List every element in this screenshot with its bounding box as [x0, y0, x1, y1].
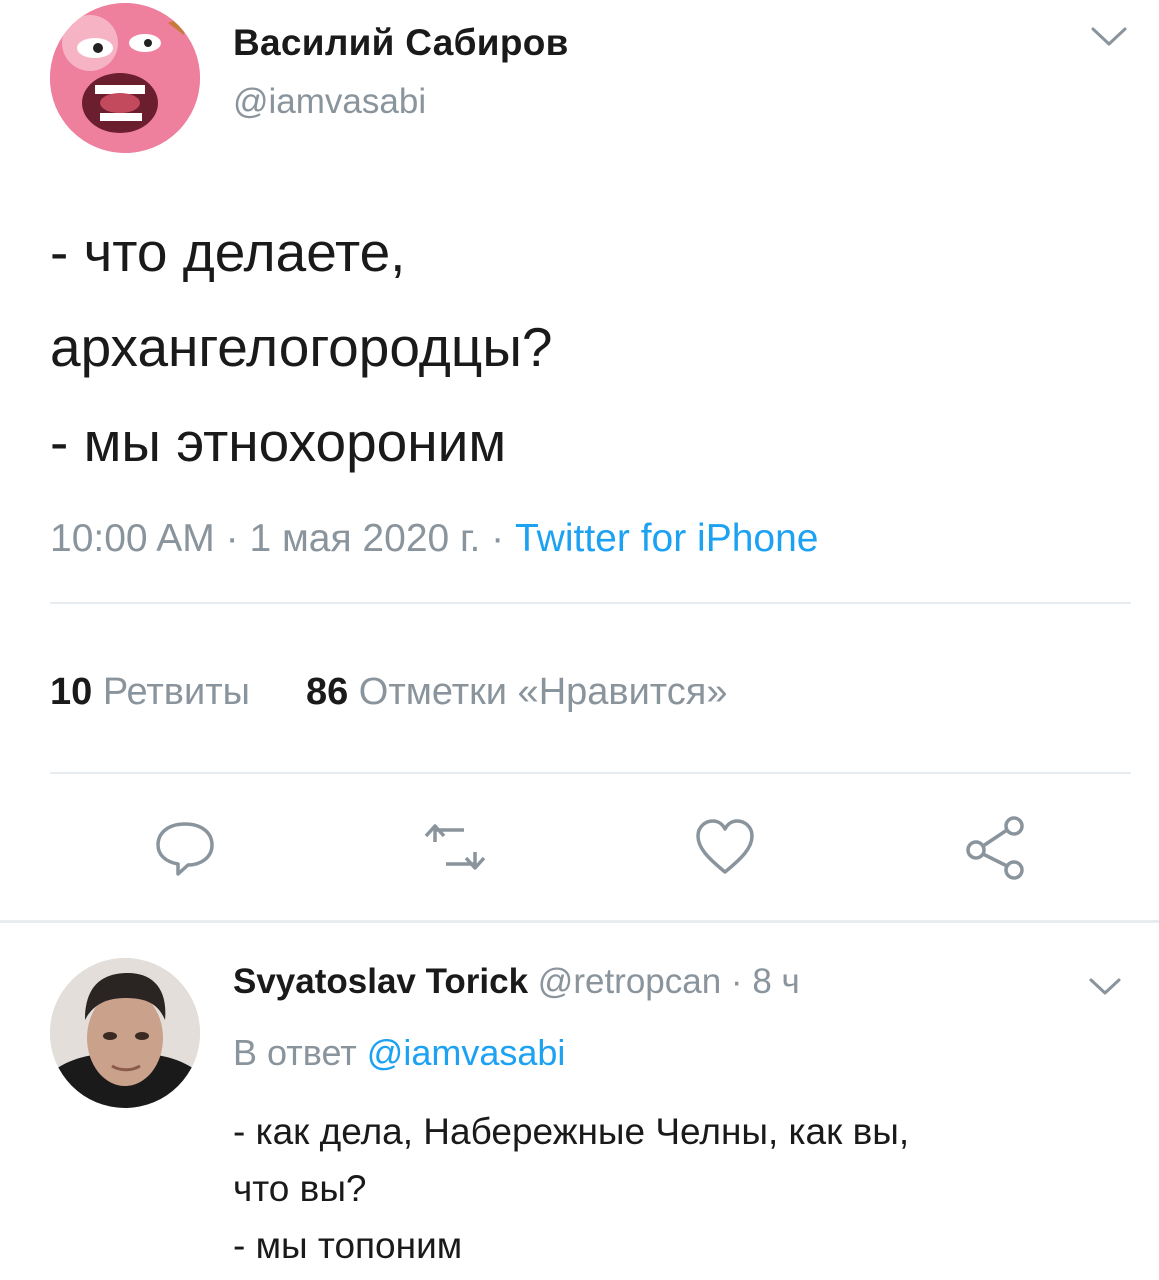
retweets-label: Ретвиты: [102, 671, 250, 713]
reply-to-line: В ответ @iamvasabi: [233, 1032, 565, 1074]
reply-icon[interactable]: [150, 812, 220, 882]
like-icon[interactable]: [690, 812, 760, 882]
section-separator: [0, 920, 1159, 923]
pig-cartoon-avatar: [50, 3, 200, 153]
likes-stat[interactable]: 86 Отметки «Нравится»: [306, 671, 728, 713]
meta-separator: ·: [721, 962, 753, 1001]
reply-author-name[interactable]: Svyatoslav Torick: [233, 962, 528, 1001]
reply-age[interactable]: 8 ч: [752, 962, 799, 1001]
divider: [50, 772, 1131, 774]
tweet-actions: [0, 812, 1159, 892]
reply-to-label: В ответ: [233, 1032, 357, 1073]
tweet-source-link[interactable]: Twitter for iPhone: [515, 517, 818, 560]
tweet-text: - что делаете, архангелогородцы? - мы эт…: [50, 221, 553, 473]
tweet-stats: 10 Ретвиты 86 Отметки «Нравится»: [50, 671, 728, 714]
likes-count: 86: [305, 671, 349, 713]
meta-separator: ·: [480, 517, 516, 560]
reply-text: - как дела, Набережные Челны, как вы, чт…: [233, 1111, 910, 1266]
retweets-count: 10: [50, 671, 93, 713]
retweets-stat[interactable]: 10 Ретвиты: [50, 671, 250, 713]
author-avatar[interactable]: [50, 3, 200, 153]
meta-separator: ·: [214, 517, 250, 560]
reply-header: Svyatoslav Torick @retropcan · 8 ч: [233, 962, 800, 1002]
retweet-icon[interactable]: [420, 812, 490, 882]
author-name[interactable]: Василий Сабиров: [233, 22, 569, 64]
chevron-down-icon[interactable]: [1087, 974, 1123, 1000]
tweet-date[interactable]: 1 мая 2020 г.: [249, 517, 480, 560]
reply-author-avatar[interactable]: [50, 958, 200, 1108]
likes-label: Отметки «Нравится»: [358, 671, 728, 713]
reply-to-mention[interactable]: @iamvasabi: [367, 1032, 566, 1073]
divider: [50, 602, 1131, 604]
tweet-time: 10:00 AM: [50, 517, 215, 560]
author-handle[interactable]: @iamvasabi: [233, 82, 426, 122]
person-photo-avatar: [50, 958, 200, 1108]
reply-author-handle[interactable]: @retropcan: [538, 962, 721, 1001]
chevron-down-icon[interactable]: [1089, 22, 1129, 52]
tweet-meta: 10:00 AM · 1 мая 2020 г. · Twitter for i…: [50, 517, 818, 561]
share-icon[interactable]: [962, 812, 1032, 882]
